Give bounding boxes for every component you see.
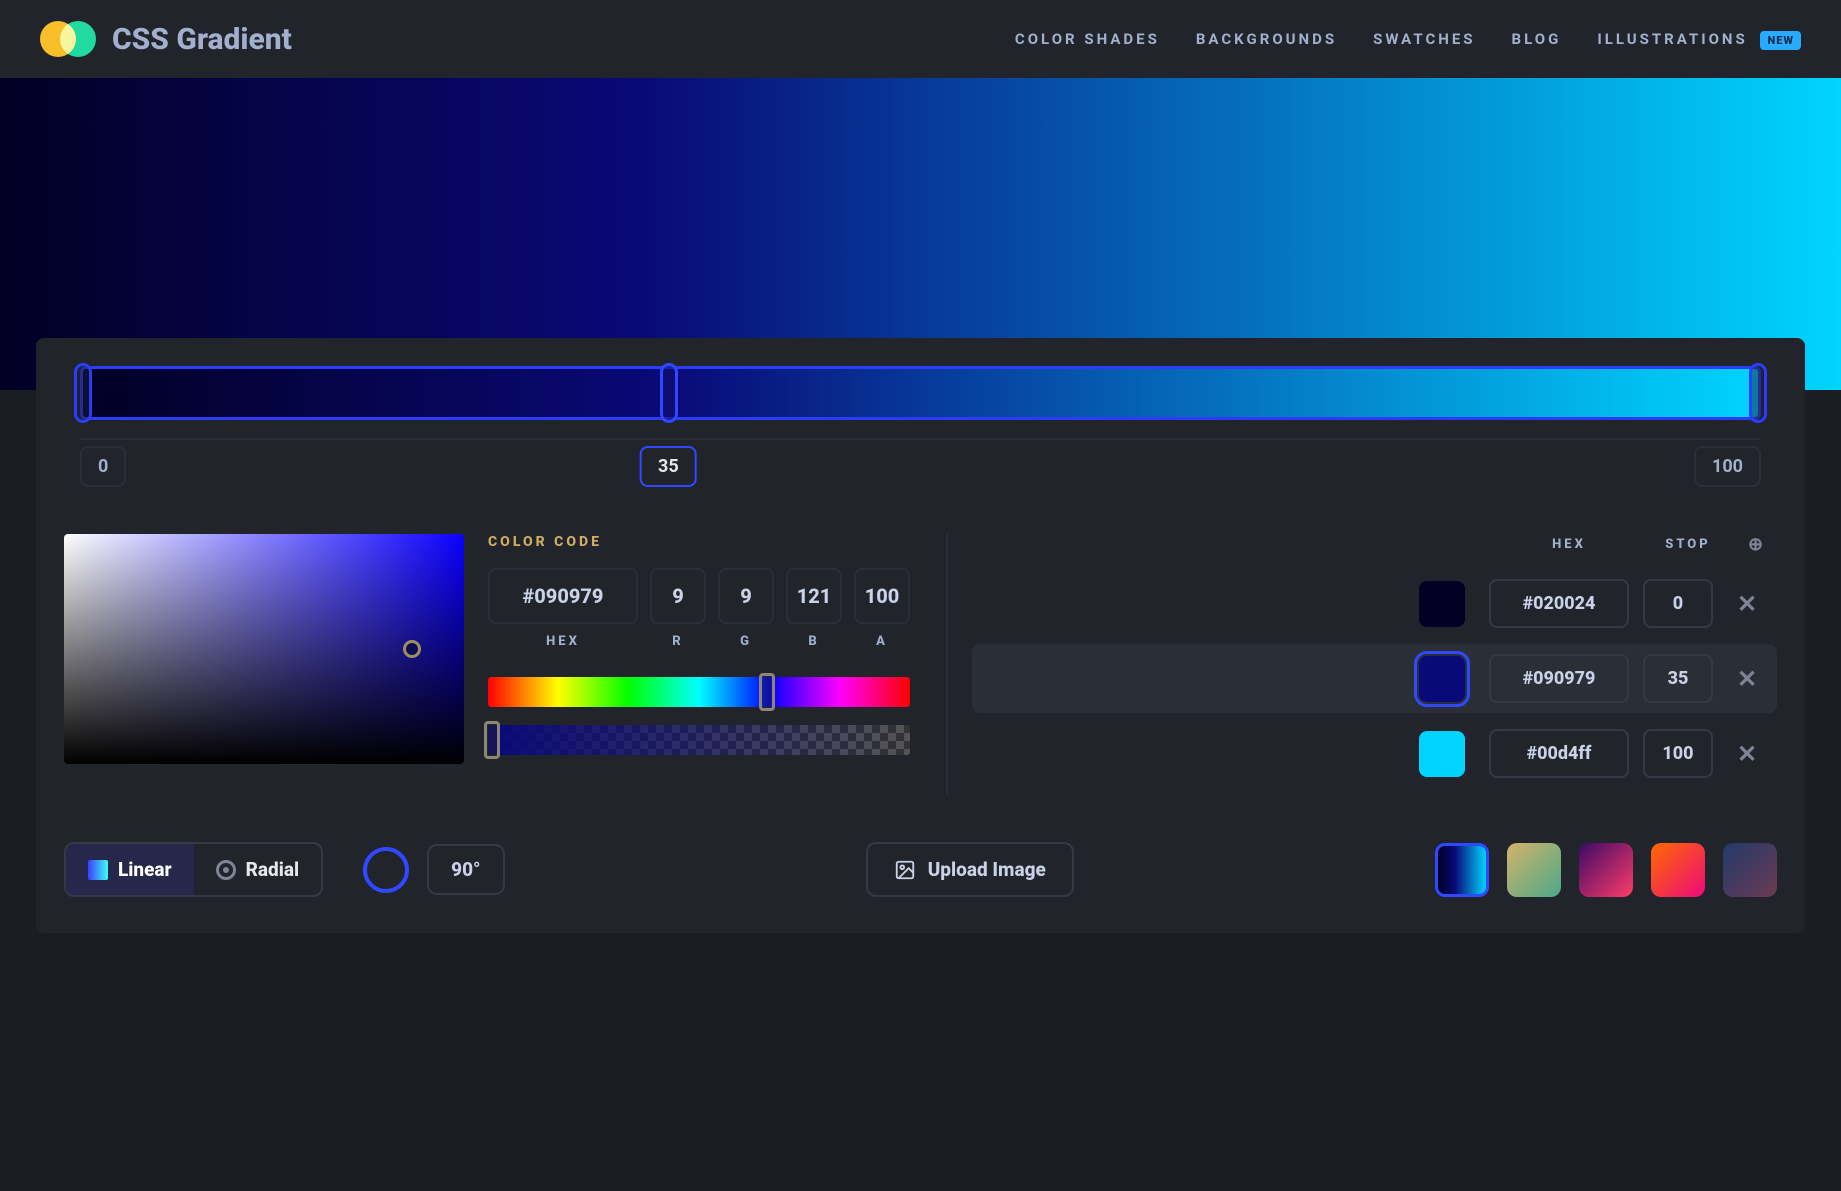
b-label: B [786,634,842,649]
stops-col: . HEX STOP ⊕ #020024 0 ✕ #090979 35 ✕ #0… [972,534,1777,794]
stop-hex-1[interactable]: #090979 [1489,654,1629,703]
color-code-labels: HEX R G B A [488,634,910,649]
linear-icon [88,860,108,880]
saturation-value-picker[interactable] [64,534,464,764]
linear-button[interactable]: Linear [66,844,194,895]
stop-handle-2[interactable] [1749,363,1767,423]
slider-fill [83,369,1758,417]
delete-stop-0[interactable]: ✕ [1727,590,1767,618]
delete-stop-2[interactable]: ✕ [1727,740,1767,768]
stop-pos-2[interactable]: 100 [1643,729,1713,778]
toolbar: Linear Radial 90° Upload Image [64,842,1777,897]
stop-position-row: 0 35 100 [80,438,1761,498]
stops-header: . HEX STOP ⊕ [972,534,1777,555]
header: CSS Gradient COLOR SHADES BACKGROUNDS SW… [0,0,1841,78]
stops-header-stop: STOP [1653,537,1723,552]
upload-image-button[interactable]: Upload Image [866,842,1074,897]
hex-input[interactable]: #090979 [488,568,638,624]
editor-panel: 0 35 100 COLOR CODE #090979 9 9 121 100 … [36,338,1805,933]
a-input[interactable]: 100 [854,568,910,624]
slider-track [80,366,1761,420]
upload-label: Upload Image [928,858,1046,881]
nav-color-shades[interactable]: COLOR SHADES [1015,30,1160,48]
hex-label: HEX [488,634,638,649]
nav-backgrounds[interactable]: BACKGROUNDS [1196,30,1337,48]
logo-icon [40,21,96,57]
stop-row-1[interactable]: #090979 35 ✕ [972,644,1777,713]
stop-position-0[interactable]: 0 [80,446,126,487]
r-input[interactable]: 9 [650,568,706,624]
stop-position-2[interactable]: 100 [1694,446,1761,487]
workspace: COLOR CODE #090979 9 9 121 100 HEX R G B… [64,534,1777,794]
b-input[interactable]: 121 [786,568,842,624]
stop-hex-2[interactable]: #00d4ff [1489,729,1629,778]
preset-swatches [1435,843,1777,897]
stop-handle-0[interactable] [74,363,92,423]
brand-title: CSS Gradient [112,22,292,57]
preset-1[interactable] [1435,843,1489,897]
hue-slider[interactable] [488,677,910,707]
g-input[interactable]: 9 [718,568,774,624]
brand[interactable]: CSS Gradient [40,21,292,57]
hue-handle[interactable] [759,673,775,711]
alpha-slider[interactable] [488,725,910,755]
image-icon [894,859,916,881]
stop-pos-0[interactable]: 0 [1643,579,1713,628]
linear-label: Linear [118,858,172,881]
alpha-handle[interactable] [484,721,500,759]
color-picker-col [64,534,464,794]
radial-label: Radial [246,858,300,881]
angle-input[interactable]: 90° [427,844,504,895]
angle-dial[interactable] [363,847,409,893]
stop-pos-1[interactable]: 35 [1643,654,1713,703]
nav-swatches[interactable]: SWATCHES [1373,30,1475,48]
stop-handle-1[interactable] [660,363,678,423]
nav-illustrations-label: ILLUSTRATIONS [1597,30,1747,48]
preset-5[interactable] [1723,843,1777,897]
nav-illustrations[interactable]: ILLUSTRATIONS NEW [1597,30,1801,48]
gradient-stop-slider[interactable] [80,366,1761,420]
color-code-inputs: #090979 9 9 121 100 [488,568,910,624]
color-code-col: COLOR CODE #090979 9 9 121 100 HEX R G B… [488,534,948,794]
stop-hex-0[interactable]: #020024 [1489,579,1629,628]
gradient-type-toggle: Linear Radial [64,842,323,897]
picker-cursor-icon[interactable] [403,640,421,658]
nav: COLOR SHADES BACKGROUNDS SWATCHES BLOG I… [1015,30,1801,48]
nav-blog[interactable]: BLOG [1512,30,1562,48]
radial-button[interactable]: Radial [194,844,322,895]
stop-row-0[interactable]: #020024 0 ✕ [972,569,1777,638]
preset-2[interactable] [1507,843,1561,897]
new-badge: NEW [1760,31,1801,50]
stop-swatch-2[interactable] [1419,731,1465,777]
r-label: R [650,634,706,649]
stops-header-hex: HEX [1499,537,1639,552]
angle-control: 90° [363,844,504,895]
radial-icon [216,860,236,880]
stop-swatch-0[interactable] [1419,581,1465,627]
preset-3[interactable] [1579,843,1633,897]
delete-stop-1[interactable]: ✕ [1727,665,1767,693]
g-label: G [718,634,774,649]
stop-position-1[interactable]: 35 [640,446,697,487]
a-label: A [854,634,910,649]
color-code-heading: COLOR CODE [488,534,910,550]
stop-row-2[interactable]: #00d4ff 100 ✕ [972,719,1777,788]
stop-swatch-1[interactable] [1419,656,1465,702]
preset-4[interactable] [1651,843,1705,897]
add-stop-button[interactable]: ⊕ [1737,534,1777,555]
